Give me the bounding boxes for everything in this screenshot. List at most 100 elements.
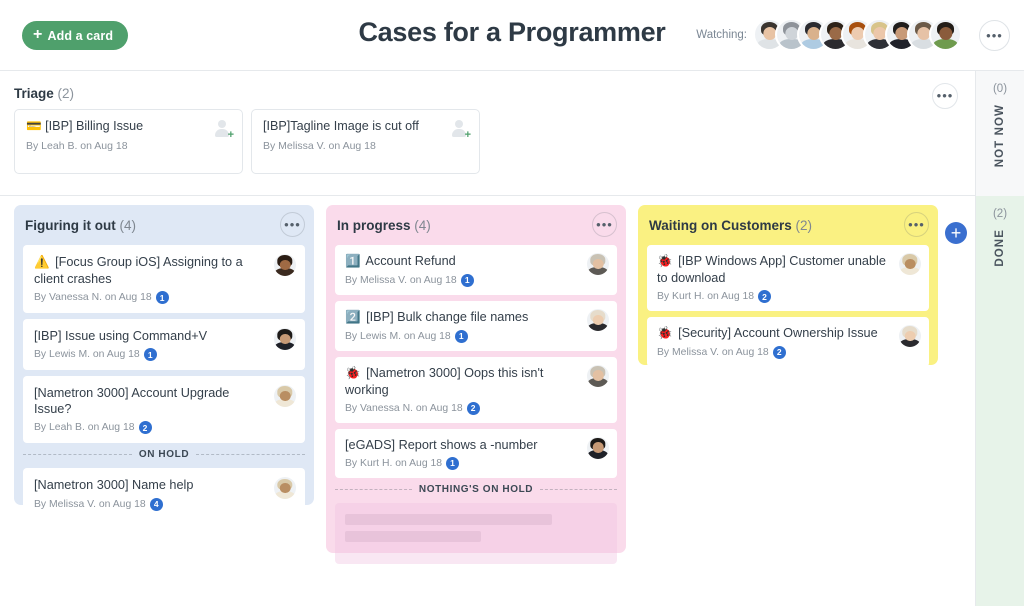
- not-now-count: (0): [993, 83, 1007, 95]
- divider-line-left: [335, 489, 412, 490]
- card-meta: By Lewis M. on Aug 18 1: [345, 330, 607, 343]
- card-title: 1️⃣ Account Refund: [345, 253, 607, 270]
- column-menu-button[interactable]: •••: [592, 212, 617, 237]
- comment-count-badge: 4: [150, 498, 163, 511]
- card-title: [Nametron 3000] Name help: [34, 477, 294, 493]
- card-author-date: By Melissa V. on Aug 18: [657, 347, 769, 358]
- kanban-card[interactable]: 2️⃣ [IBP] Bulk change file namesBy Lewis…: [335, 301, 617, 351]
- done-count: (2): [993, 208, 1007, 220]
- card-emoji-icon: 💳: [26, 119, 42, 133]
- card-author-date: By Leah B. on Aug 18: [34, 422, 135, 433]
- card-author-date: By Vanessa N. on Aug 18: [34, 292, 152, 303]
- triage-card[interactable]: [IBP]Tagline Image is cut offBy Melissa …: [251, 109, 480, 174]
- card-meta: By Vanessa N. on Aug 18 2: [345, 402, 607, 415]
- kanban-card[interactable]: 🐞 [IBP Windows App] Customer unable to d…: [647, 245, 929, 311]
- card-title: [eGADS] Report shows a -number: [345, 437, 607, 453]
- card-assignee-avatar: [274, 477, 296, 499]
- ellipsis-icon: •••: [908, 222, 925, 228]
- card-meta: By Lewis M. on Aug 18 1: [34, 348, 294, 361]
- card-title: 🐞 [IBP Windows App] Customer unable to d…: [657, 253, 919, 286]
- collapsed-column-not-now[interactable]: (0) NOT NOW: [975, 71, 1024, 196]
- column-card-list: ⚠️ [Focus Group iOS] Assigning to a clie…: [23, 245, 305, 443]
- triage-section: Triage (2) ••• 💳 [IBP] Billing IssueBy L…: [0, 71, 975, 196]
- avatar-face: [905, 331, 916, 341]
- board-columns: Figuring it out (4)•••⚠️ [Focus Group iO…: [0, 196, 975, 606]
- column-title: Waiting on Customers (2): [649, 218, 812, 233]
- avatar-face: [593, 370, 604, 380]
- add-column-button[interactable]: +: [945, 222, 967, 244]
- avatar: [929, 18, 962, 51]
- card-meta: By Kurt H. on Aug 182: [657, 290, 919, 303]
- avatar-face: [593, 442, 604, 452]
- assign-person-icon[interactable]: +: [452, 120, 470, 138]
- watcher-avatars[interactable]: [753, 18, 962, 51]
- card-assignee-avatar: [587, 437, 609, 459]
- card-assignee-avatar: [587, 309, 609, 331]
- divider-line-right: [540, 489, 617, 490]
- comment-count-badge: 2: [467, 402, 480, 415]
- card-emoji-icon: 2️⃣: [345, 310, 361, 324]
- divider-label: ON HOLD: [139, 449, 189, 460]
- column-title: In progress (4): [337, 218, 431, 233]
- kanban-card[interactable]: [Nametron 3000] Name helpBy Melissa V. o…: [23, 468, 305, 519]
- done-label: DONE: [994, 229, 1006, 267]
- column-menu-button[interactable]: •••: [904, 212, 929, 237]
- placeholder-bar: [345, 531, 481, 542]
- column-menu-button[interactable]: •••: [280, 212, 305, 237]
- triage-menu-button[interactable]: •••: [932, 83, 958, 109]
- avatar-face: [280, 391, 291, 401]
- placeholder-card: [335, 503, 617, 564]
- card-assignee-avatar: [587, 365, 609, 387]
- card-emoji-icon: 🐞: [657, 254, 673, 268]
- card-title: 🐞 [Security] Account Ownership Issue: [657, 325, 919, 342]
- comment-count-badge: 1: [455, 330, 468, 343]
- kanban-card[interactable]: 1️⃣ Account Refund By Melissa V. on Aug 1…: [335, 245, 617, 295]
- card-title: 🐞 [Nametron 3000] Oops this isn't workin…: [345, 365, 607, 398]
- kanban-card[interactable]: [Nametron 3000] Account Upgrade Issue? By…: [23, 376, 305, 443]
- column-header: In progress (4) •••: [335, 205, 617, 245]
- card-meta: By Vanessa N. on Aug 18 1: [34, 291, 294, 304]
- card-author-date: By Vanessa N. on Aug 18: [345, 403, 463, 414]
- triage-card[interactable]: 💳 [IBP] Billing IssueBy Leah B. on Aug 1…: [14, 109, 243, 174]
- triage-header: Triage (2): [14, 86, 74, 101]
- card-author-date: By Melissa V. on Aug 18: [345, 275, 457, 286]
- comment-count-badge: 2: [773, 346, 786, 359]
- column-card-list: 🐞 [IBP Windows App] Customer unable to d…: [647, 245, 929, 367]
- triage-count: (2): [58, 86, 75, 101]
- avatar-face: [280, 260, 291, 270]
- collapsed-column-done[interactable]: (2) DONE: [975, 196, 1024, 606]
- comment-count-badge: 1: [446, 457, 459, 470]
- comment-count-badge: 1: [156, 291, 169, 304]
- kanban-card[interactable]: 🐞 [Nametron 3000] Oops this isn't workin…: [335, 357, 617, 423]
- card-assignee-avatar: [899, 253, 921, 275]
- card-emoji-icon: 1️⃣: [345, 254, 361, 268]
- watching-label: Watching:: [696, 29, 747, 41]
- watching-group: Watching:: [696, 18, 962, 51]
- comment-count-badge: 1: [144, 348, 157, 361]
- avatar-face: [280, 334, 291, 344]
- not-now-label: NOT NOW: [994, 104, 1006, 167]
- divider-line-right: [196, 454, 305, 455]
- kanban-card[interactable]: ⚠️ [Focus Group iOS] Assigning to a clie…: [23, 245, 305, 313]
- triage-card-list: 💳 [IBP] Billing IssueBy Leah B. on Aug 1…: [14, 109, 480, 174]
- on-hold-divider: ON HOLD: [23, 449, 305, 460]
- top-bar: + Add a card Cases for a Programmer Watc…: [0, 0, 1024, 71]
- card-meta: By Leah B. on Aug 18: [26, 140, 231, 152]
- board-menu-button[interactable]: •••: [979, 20, 1010, 51]
- kanban-board-app: + Add a card Cases for a Programmer Watc…: [0, 0, 1024, 606]
- comment-count-badge: 2: [139, 421, 152, 434]
- card-assignee-avatar: [274, 385, 296, 407]
- card-author-date: By Lewis M. on Aug 18: [345, 331, 451, 342]
- kanban-card[interactable]: [IBP] Issue using Command+VBy Lewis M. o…: [23, 319, 305, 370]
- card-meta: By Melissa V. on Aug 181: [345, 274, 607, 287]
- kanban-card[interactable]: [eGADS] Report shows a -number By Kurt H.…: [335, 429, 617, 478]
- ellipsis-icon: •••: [986, 33, 1003, 39]
- card-author-date: By Lewis M. on Aug 18: [34, 349, 140, 360]
- assign-person-icon[interactable]: +: [215, 120, 233, 138]
- column-card-list: 1️⃣ Account Refund By Melissa V. on Aug 1…: [335, 245, 617, 478]
- card-title: [Nametron 3000] Account Upgrade Issue?: [34, 385, 294, 417]
- kanban-card[interactable]: 🐞 [Security] Account Ownership Issue By M…: [647, 317, 929, 367]
- card-author-date: By Kurt H. on Aug 18: [345, 458, 442, 469]
- card-meta: By Melissa V. on Aug 18: [263, 140, 468, 152]
- card-emoji-icon: 🐞: [657, 326, 673, 340]
